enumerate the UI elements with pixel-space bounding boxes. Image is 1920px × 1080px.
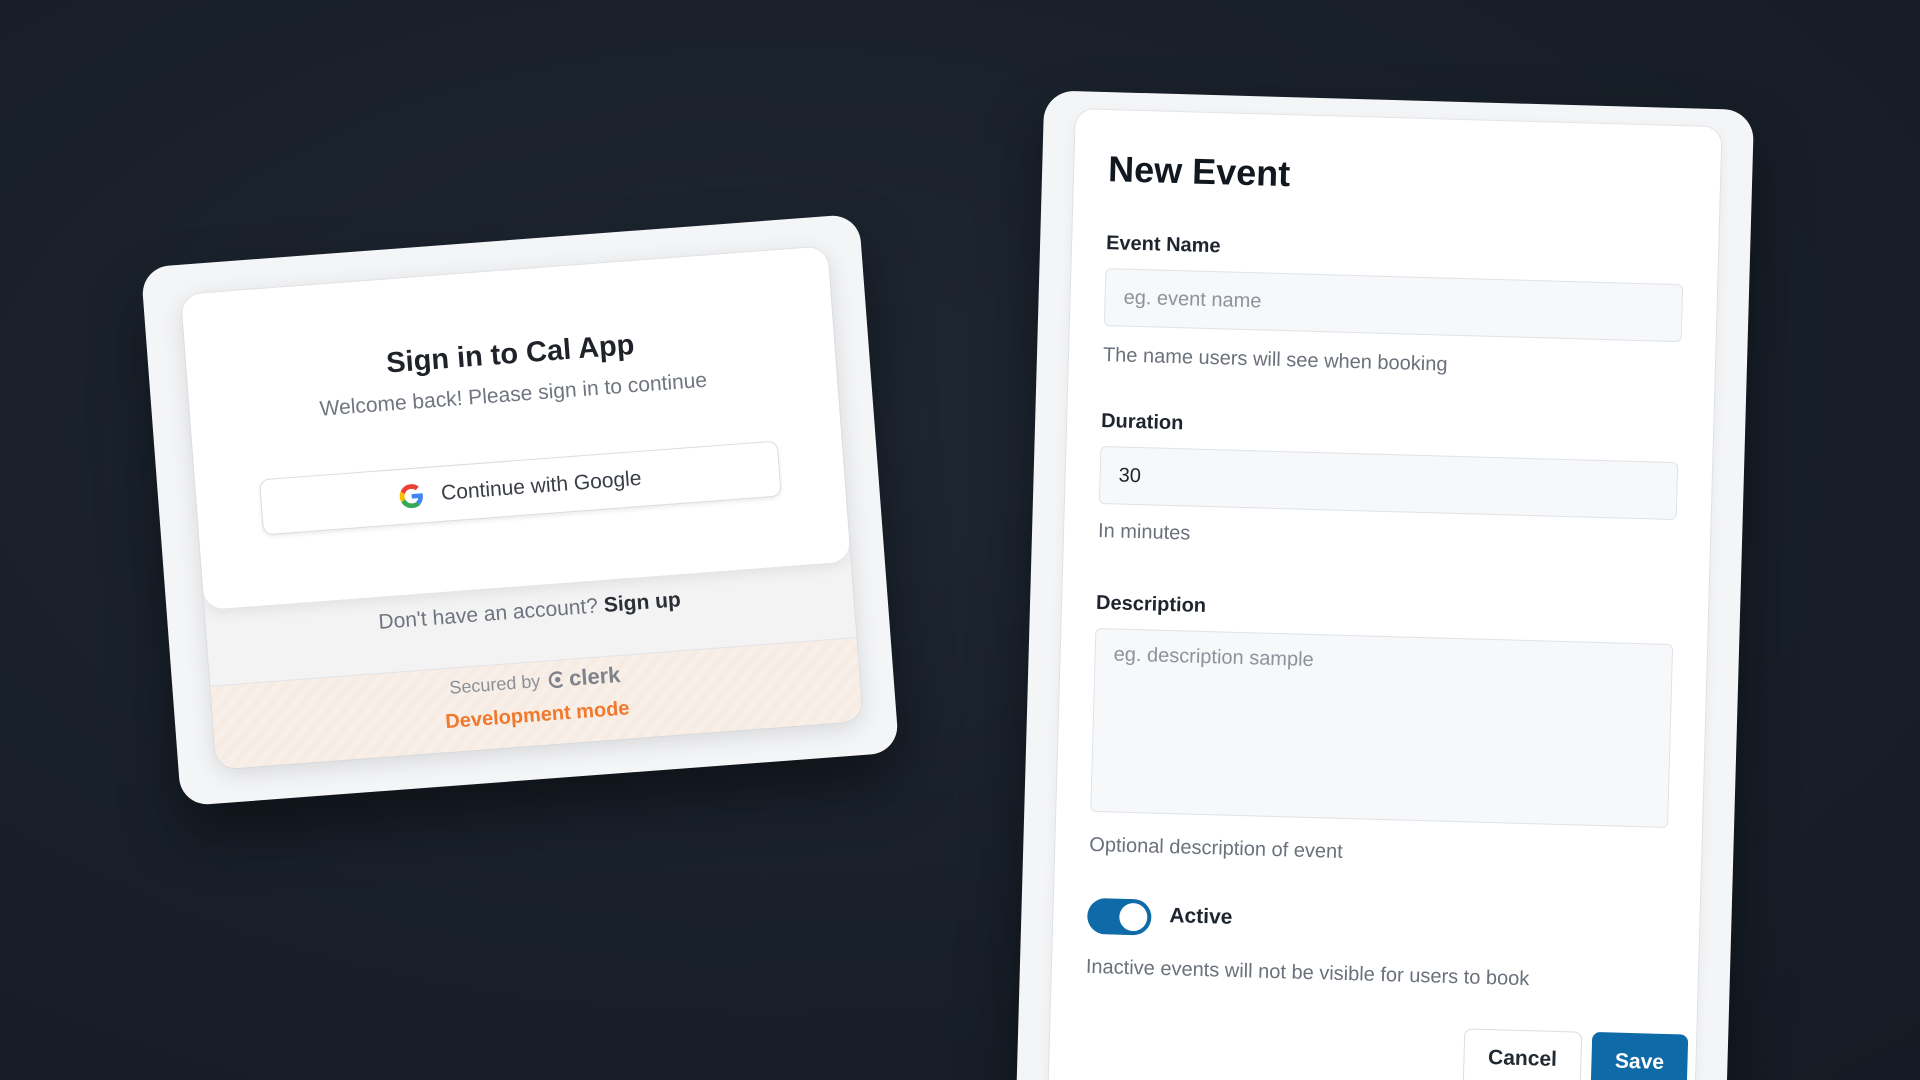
signin-footer: Secured by clerk Development mode bbox=[210, 637, 863, 770]
description-help: Optional description of event bbox=[1089, 833, 1344, 863]
event-name-input[interactable]: eg. event name bbox=[1103, 268, 1684, 343]
signin-frame: Sign in to Cal App Welcome back! Please … bbox=[140, 213, 900, 807]
event-name-help: The name users will see when booking bbox=[1102, 344, 1448, 376]
new-event-card: New Event Event Name eg. event name The … bbox=[1047, 109, 1722, 1080]
toggle-knob bbox=[1118, 902, 1148, 932]
google-button-label: Continue with Google bbox=[440, 466, 643, 505]
clerk-logo-text: clerk bbox=[568, 661, 622, 691]
clerk-logo[interactable]: clerk bbox=[547, 662, 621, 693]
continue-with-google-button[interactable]: Continue with Google bbox=[258, 440, 782, 536]
event-frame: New Event Event Name eg. event name The … bbox=[1015, 90, 1755, 1080]
clerk-logo-icon bbox=[549, 671, 564, 688]
page-title: New Event bbox=[1107, 148, 1291, 195]
duration-help: In minutes bbox=[1097, 519, 1191, 545]
secured-by-text: Secured by bbox=[448, 670, 541, 698]
cancel-button[interactable]: Cancel bbox=[1462, 1028, 1583, 1080]
save-button[interactable]: Save bbox=[1590, 1031, 1689, 1080]
active-toggle-label: Active bbox=[1169, 904, 1233, 929]
signin-card: Sign in to Cal App Welcome back! Please … bbox=[180, 246, 863, 770]
event-name-label: Event Name bbox=[1105, 232, 1221, 258]
active-toggle[interactable] bbox=[1086, 897, 1152, 936]
signup-link[interactable]: Sign up bbox=[603, 588, 682, 617]
duration-label: Duration bbox=[1100, 410, 1184, 435]
description-label: Description bbox=[1095, 591, 1207, 617]
google-g-icon bbox=[399, 484, 423, 509]
signin-header-panel: Sign in to Cal App Welcome back! Please … bbox=[180, 246, 851, 610]
active-toggle-help: Inactive events will not be visible for … bbox=[1085, 955, 1530, 991]
signup-prompt: Don't have an account? bbox=[377, 594, 599, 634]
description-textarea[interactable]: eg. description sample bbox=[1090, 627, 1674, 828]
background-canvas: Sign in to Cal App Welcome back! Please … bbox=[0, 0, 1920, 1080]
duration-input[interactable]: 30 bbox=[1098, 445, 1679, 521]
